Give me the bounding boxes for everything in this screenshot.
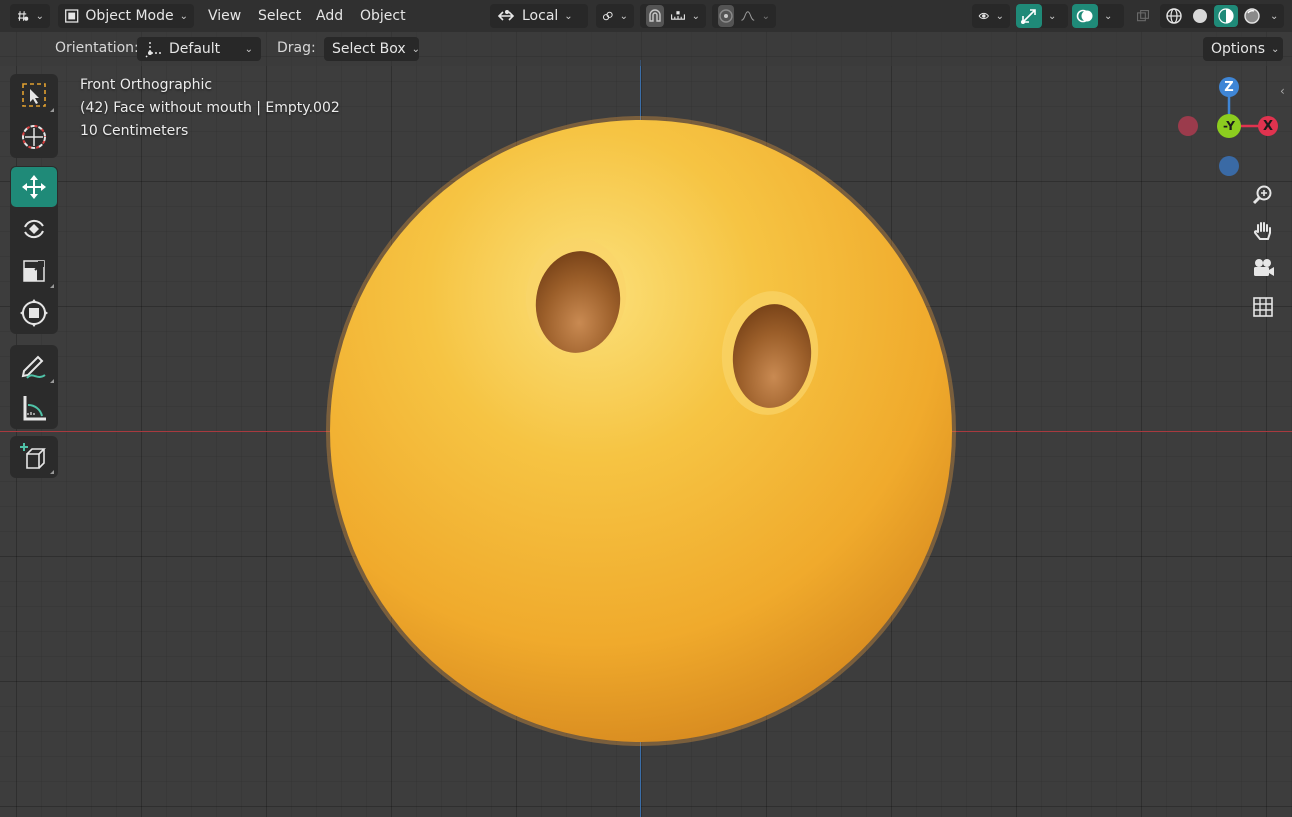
drag-dropdown[interactable]: Select Box ⌄ (324, 37, 420, 61)
select-box-icon (22, 83, 46, 107)
orientation-axes-icon (145, 42, 161, 58)
object-info-text: (42) Face without mouth | Empty.002 (80, 100, 340, 116)
overlay-toggle-group[interactable]: ⌄ (1072, 4, 1124, 28)
tool-settings-bar: Orientation: Default ⌄ Drag: Select Box … (0, 32, 1292, 66)
annotate-icon (21, 355, 46, 379)
xray-toggle[interactable] (1130, 4, 1156, 28)
hand-icon (1253, 222, 1271, 240)
mode-label: Object Mode (85, 8, 174, 24)
toolbar-add-group (10, 436, 58, 478)
menu-object[interactable]: Object (354, 4, 412, 28)
scale-icon (23, 260, 45, 282)
shading-dropdown-icon[interactable]: ⌄ (1270, 11, 1278, 22)
gizmo-z-axis[interactable]: Z (1219, 77, 1239, 97)
annotate-tool[interactable] (11, 346, 57, 386)
wireframe-shading-icon[interactable] (1162, 5, 1186, 27)
view-name-text: Front Orthographic (80, 77, 213, 93)
orientation-dropdown[interactable]: Default ⌄ (137, 37, 261, 61)
move-icon (22, 175, 46, 199)
proportional-edit-group[interactable]: ⌄ (712, 4, 776, 28)
viewport-icon (18, 11, 29, 21)
scale-text: 10 Centimeters (80, 123, 189, 139)
drag-label: Drag: (277, 40, 316, 56)
add-cube-icon (20, 443, 46, 469)
pivot-dropdown[interactable]: Local ⌄ (490, 4, 588, 28)
pan-button[interactable] (1247, 215, 1279, 247)
proportional-edit-icon[interactable] (718, 5, 734, 27)
menu-select[interactable]: Select (252, 4, 307, 28)
drag-value: Select Box (332, 41, 406, 57)
falloff-curve-icon (741, 11, 755, 21)
grid-icon (1253, 297, 1273, 317)
add-cube-tool[interactable] (11, 437, 57, 477)
gizmo-toggle-group[interactable]: ⌄ (1016, 4, 1068, 28)
rendered-shading-icon[interactable] (1240, 5, 1264, 27)
emoji-face-object[interactable] (326, 116, 956, 746)
magnet-icon[interactable] (646, 5, 664, 27)
xray-icon (1137, 10, 1149, 22)
cursor-tool[interactable] (11, 117, 57, 157)
camera-view-button[interactable] (1247, 252, 1279, 284)
menu-add[interactable]: Add (310, 4, 349, 28)
3d-viewport[interactable]: Front Orthographic (42) Face without mou… (0, 0, 1292, 817)
object-mode-icon (65, 9, 79, 23)
viewport-header: ⌄ Object Mode ⌄ View Select Add Object L… (0, 0, 1292, 32)
material-shading-icon[interactable] (1214, 5, 1238, 27)
zoom-button[interactable] (1247, 179, 1279, 211)
link-icon (602, 11, 613, 21)
options-label: Options (1211, 41, 1266, 57)
toolbar-selection-group (10, 74, 58, 158)
move-tool[interactable] (11, 167, 57, 207)
cursor-icon (22, 125, 46, 149)
shading-mode-group: ⌄ (1160, 4, 1284, 28)
sidebar-collapse-icon[interactable]: ‹ (1280, 84, 1285, 98)
toggle-ortho-button[interactable] (1247, 291, 1279, 323)
scale-tool[interactable] (11, 251, 57, 291)
toolbar-annotate-group (10, 345, 58, 429)
gizmo-x-axis[interactable]: X (1258, 116, 1278, 136)
snap-increment-icon (670, 11, 685, 20)
gizmo-neg-y-axis[interactable]: -Y (1217, 114, 1241, 138)
select-box-tool[interactable] (11, 75, 57, 115)
orientation-value: Default (169, 41, 221, 57)
snap-dropdown[interactable]: ⌄ (640, 4, 706, 28)
measure-tool[interactable] (11, 388, 57, 428)
gizmo-neg-z-axis[interactable] (1219, 156, 1239, 176)
camera-icon (1254, 259, 1274, 276)
visibility-dropdown[interactable]: ⌄ (972, 4, 1010, 28)
pivot-label: Local (522, 8, 559, 24)
editor-type-button[interactable]: ⌄ (10, 4, 50, 28)
gizmo-icon[interactable] (1016, 4, 1042, 28)
emoji-sphere (326, 116, 956, 746)
gizmo-neg-x-axis[interactable] (1178, 116, 1198, 136)
toolbar-transform-group (10, 166, 58, 334)
menu-view[interactable]: View (202, 4, 247, 28)
solid-shading-icon[interactable] (1188, 5, 1212, 27)
mode-dropdown[interactable]: Object Mode ⌄ (58, 4, 194, 28)
rotate-tool[interactable] (11, 209, 57, 249)
measure-icon (23, 396, 46, 421)
transform-orientation-icon (497, 10, 515, 21)
transform-tool[interactable] (11, 293, 57, 333)
zoom-icon (1252, 185, 1272, 205)
transform-icon (20, 299, 48, 327)
orientation-label: Orientation: (55, 40, 139, 56)
eye-icon (978, 12, 990, 20)
snap-target-dropdown[interactable]: ⌄ (596, 4, 634, 28)
overlay-icon[interactable] (1072, 4, 1098, 28)
options-dropdown[interactable]: Options ⌄ (1203, 37, 1283, 61)
rotate-icon (24, 219, 44, 239)
